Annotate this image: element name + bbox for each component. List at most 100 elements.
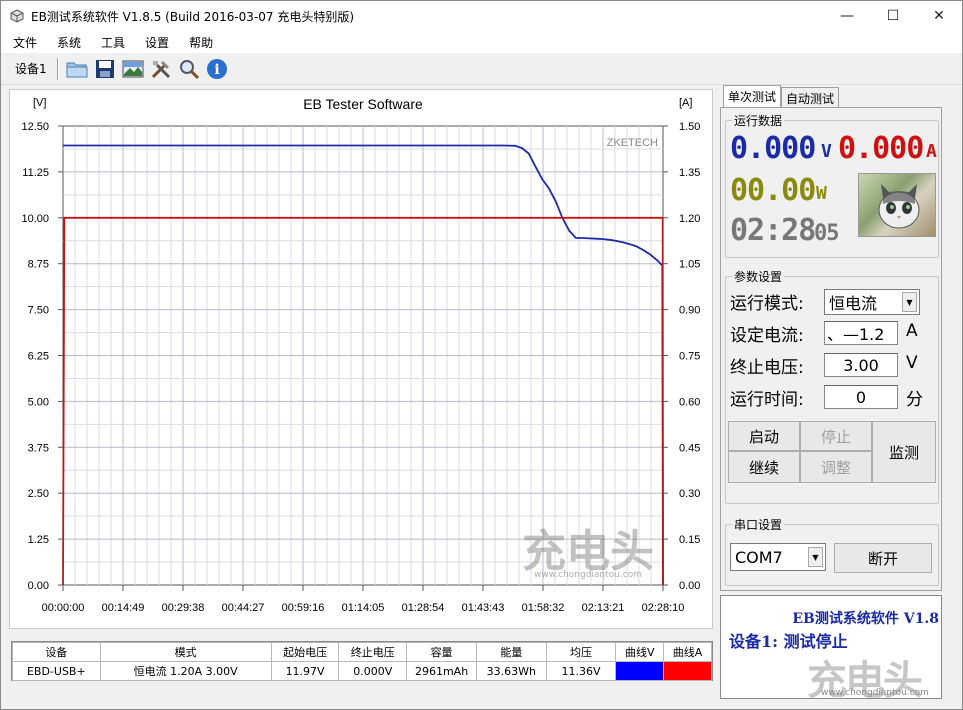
continue-button[interactable]: 继续 <box>728 451 800 483</box>
cell-energy: 33.63Wh <box>475 661 547 681</box>
search-icon[interactable] <box>175 55 203 83</box>
x-tick-label: 01:58:32 <box>522 602 565 614</box>
chevron-down-icon: ▼ <box>902 292 917 312</box>
y-left-tick-label: 11.25 <box>22 167 49 179</box>
close-button[interactable]: ✕ <box>916 1 962 31</box>
y-right-tick-label: 1.50 <box>679 121 700 133</box>
com-port-value: COM7 <box>735 547 783 567</box>
tools-icon[interactable] <box>147 55 175 83</box>
y-right-tick-label: 1.05 <box>679 259 700 271</box>
svg-text:i: i <box>214 62 219 78</box>
chart-brand-watermark: 充电头 www.chongdiantou.com <box>522 526 654 580</box>
run-time-input[interactable]: 0 <box>824 385 898 409</box>
brand-watermark-url: www.chongdiantou.com <box>821 688 929 698</box>
cell-start-voltage: 11.97V <box>270 661 340 681</box>
run-time-row: 运行时间: <box>730 385 804 410</box>
chart-watermark: ZKETECH <box>607 137 658 149</box>
start-button[interactable]: 启动 <box>728 421 800 451</box>
x-tick-label: 02:13:21 <box>582 602 625 614</box>
col-curve-a: 曲线A <box>663 642 712 662</box>
device-label[interactable]: 设备1 <box>15 60 47 77</box>
cell-capacity: 2961mAh <box>406 661 477 681</box>
save-icon[interactable] <box>91 55 119 83</box>
set-current-input[interactable]: 、—1.2 <box>824 321 898 345</box>
y-right-tick-label: 0.60 <box>679 396 700 408</box>
monitor-button[interactable]: 监测 <box>872 421 936 483</box>
menu-help[interactable]: 帮助 <box>177 34 221 51</box>
voltage-unit: V <box>821 141 832 162</box>
chart-title: EB Tester Software <box>303 96 423 112</box>
y-right-tick-label: 0.90 <box>679 305 700 317</box>
chart-brand-url: www.chongdiantou.com <box>534 570 642 580</box>
cat-photo <box>858 173 936 237</box>
toolbar: 设备1 i <box>1 53 962 85</box>
y-right-tick-label: 1.20 <box>679 213 700 225</box>
elapsed-seconds-display: 05 <box>814 221 839 246</box>
y-left-tick-label: 10.00 <box>21 213 49 225</box>
title-bar: EB测试系统软件 V1.8.5 (Build 2016-03-07 充电头特别版… <box>1 1 962 31</box>
x-tick-label: 02:28:10 <box>642 602 685 614</box>
y-left-tick-label: 2.50 <box>28 488 49 500</box>
col-curve-v: 曲线V <box>615 642 665 662</box>
adjust-button[interactable]: 调整 <box>800 451 872 483</box>
current-unit: A <box>926 141 937 162</box>
set-current-unit: A <box>906 321 918 341</box>
col-energy: 能量 <box>475 642 547 662</box>
left-axis-unit: [V] <box>33 97 46 109</box>
y-left-tick-label: 0.00 <box>28 580 49 592</box>
status-app-version: EB测试系统软件 V1.8 <box>792 611 939 627</box>
menu-tools[interactable]: 工具 <box>89 34 133 51</box>
info-icon[interactable]: i <box>203 55 231 83</box>
table-header-row: 设备 模式 起始电压 终止电压 容量 能量 均压 曲线V 曲线A <box>12 642 712 662</box>
col-mode: 模式 <box>99 642 272 662</box>
col-device: 设备 <box>12 642 101 662</box>
y-left-tick-label: 6.25 <box>28 351 49 363</box>
stop-button[interactable]: 停止 <box>800 421 872 451</box>
x-tick-label: 01:28:54 <box>402 602 445 614</box>
disconnect-button[interactable]: 断开 <box>834 543 932 573</box>
right-axis-unit: [A] <box>679 97 692 109</box>
minimize-button[interactable]: — <box>824 1 870 31</box>
run-time-unit: 分 <box>906 390 923 410</box>
mode-select[interactable]: 恒电流 ▼ <box>824 289 920 315</box>
x-tick-label: 01:43:43 <box>462 602 505 614</box>
col-avg-voltage: 均压 <box>545 642 617 662</box>
picture-icon[interactable] <box>119 55 147 83</box>
x-tick-label: 00:14:49 <box>102 602 145 614</box>
open-folder-icon[interactable] <box>63 55 91 83</box>
table-row[interactable]: EBD-USB+ 恒电流 1.20A 3.00V 11.97V 0.000V 2… <box>12 661 712 681</box>
tab-single-test[interactable]: 单次测试 <box>723 85 782 107</box>
serial-title: 串口设置 <box>732 516 785 533</box>
y-left-tick-label: 12.50 <box>21 121 49 133</box>
x-tick-label: 00:00:00 <box>42 602 85 614</box>
cell-curve-v-swatch[interactable] <box>615 661 665 681</box>
y-right-tick-label: 0.00 <box>679 580 700 592</box>
window-title: EB测试系统软件 V1.8.5 (Build 2016-03-07 充电头特别版… <box>31 9 355 24</box>
menu-settings[interactable]: 设置 <box>133 34 177 51</box>
chart-area: EB Tester Software [V] [A] ZKETECH 充电头 w… <box>9 89 713 629</box>
menu-system[interactable]: 系统 <box>45 34 89 51</box>
current-display: 0.000 <box>838 131 924 166</box>
cell-end-voltage: 0.000V <box>338 661 408 681</box>
power-display: 00.00 <box>730 173 816 208</box>
maximize-button[interactable]: ☐ <box>870 1 916 31</box>
col-end-voltage: 终止电压 <box>338 642 408 662</box>
cell-avg-voltage: 11.36V <box>545 661 617 681</box>
voltage-current-chart: EB Tester Software [V] [A] ZKETECH 充电头 w… <box>21 96 700 614</box>
y-right-tick-label: 0.75 <box>679 351 700 363</box>
mode-label: 运行模式: <box>730 294 804 314</box>
power-unit: W <box>816 183 827 204</box>
col-start-voltage: 起始电压 <box>270 642 340 662</box>
params-title: 参数设置 <box>732 268 785 285</box>
cell-mode: 恒电流 1.20A 3.00V <box>99 661 272 681</box>
menu-file[interactable]: 文件 <box>1 34 45 51</box>
y-left-tick-label: 1.25 <box>28 534 49 546</box>
params-group: 参数设置 运行模式: 恒电流 ▼ 设定电流: 、—1.2 A 终止电压: 3.0… <box>725 268 939 504</box>
cell-curve-a-swatch[interactable] <box>663 661 712 681</box>
status-panel: EB测试系统软件 V1.8 设备1: 测试停止 充电头 www.chongdia… <box>720 595 942 704</box>
stop-voltage-input[interactable]: 3.00 <box>824 353 898 377</box>
x-tick-label: 01:14:05 <box>342 602 385 614</box>
tab-auto-test[interactable]: 自动测试 <box>781 87 840 107</box>
com-port-select[interactable]: COM7 ▼ <box>730 543 826 571</box>
x-tick-label: 00:59:16 <box>282 602 325 614</box>
